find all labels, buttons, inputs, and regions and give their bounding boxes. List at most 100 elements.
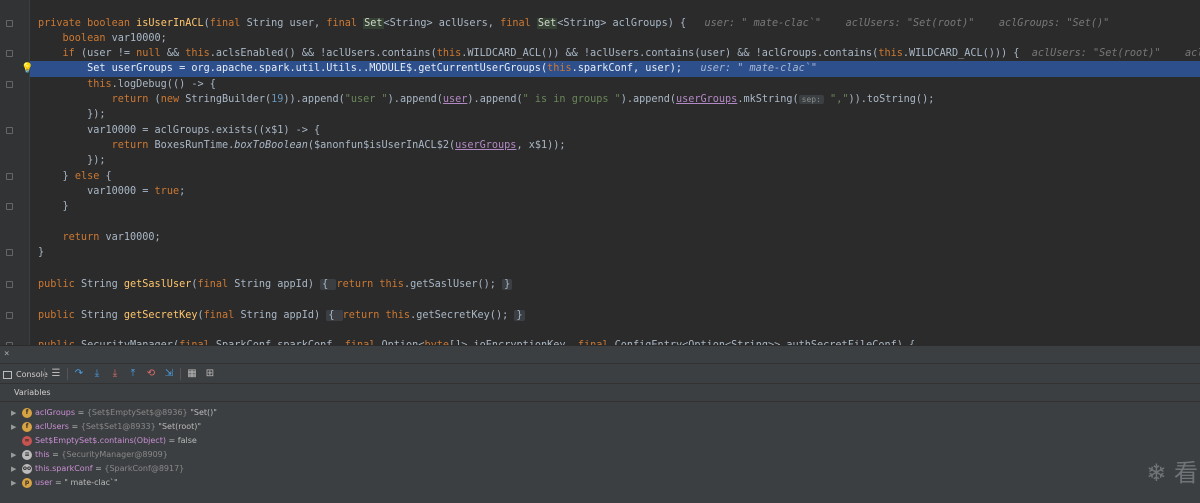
menu-icon[interactable]: ☰ — [50, 368, 62, 380]
variable-text: aclUsers = {Set$Set1@8933} "Set(root)" — [35, 420, 201, 434]
expand-arrow-icon[interactable]: ▶ — [11, 448, 16, 462]
code-token: final — [203, 310, 241, 321]
code-line[interactable]: this.logDebug(() -> { — [30, 77, 1200, 93]
fold-marker-icon[interactable] — [6, 50, 13, 57]
code-token: this — [385, 310, 411, 321]
drop-frame-icon[interactable]: ⟲ — [145, 368, 157, 380]
code-token: } — [502, 279, 513, 290]
variable-value: false — [177, 436, 197, 445]
code-token: boolean — [38, 33, 112, 44]
code-token: { — [326, 310, 343, 321]
code-line[interactable]: boolean var10000; — [30, 31, 1200, 47]
code-token: getSecretKey — [123, 310, 198, 321]
code-token: BoxesRunTime. — [154, 140, 235, 151]
expand-arrow-icon[interactable]: ▶ — [11, 420, 16, 434]
layout-icon[interactable]: ⊞ — [204, 368, 216, 380]
code-line[interactable]: var10000 = aclGroups.exists((x$1) -> { — [30, 123, 1200, 139]
code-token: <String> aclUsers, — [383, 18, 501, 29]
code-line[interactable]: return var10000; — [30, 230, 1200, 246]
variable-row[interactable]: ▶ p user = " mate-clac`" — [0, 476, 1200, 490]
code-area[interactable]: private boolean isUserInACL(final String… — [30, 0, 1200, 345]
code-token: } — [38, 247, 45, 258]
variable-row[interactable]: ▶ ≡ this = {SecurityManager@8909} — [0, 448, 1200, 462]
code-token: String appId) — [240, 310, 327, 321]
fold-marker-icon[interactable] — [6, 173, 13, 180]
console-tab[interactable]: Console — [0, 368, 48, 382]
code-token: } — [514, 310, 525, 321]
variable-row[interactable]: ▶ f aclGroups = {Set$EmptySet$@8936} "Set(… — [0, 406, 1200, 420]
run-to-cursor-icon[interactable]: ⇲ — [163, 368, 175, 380]
code-line[interactable]: } — [30, 245, 1200, 261]
code-token: if — [38, 48, 81, 59]
code-token: String appId) — [234, 279, 321, 290]
code-line[interactable] — [30, 261, 1200, 277]
fold-marker-icon[interactable] — [6, 249, 13, 256]
variable-value: " mate-clac`" — [64, 478, 118, 487]
variable-eq: = — [68, 422, 81, 431]
code-line[interactable]: private boolean isUserInACL(final String… — [30, 16, 1200, 32]
code-line[interactable]: public String getSecretKey(final String … — [30, 308, 1200, 324]
code-token: Set — [536, 18, 558, 29]
code-token: return — [38, 232, 106, 243]
variable-row[interactable]: ▶∞Set$EmptySet$.contains(Object) = false — [0, 434, 1200, 448]
code-line[interactable]: public String getSaslUser(final String a… — [30, 277, 1200, 293]
fold-marker-icon[interactable] — [6, 20, 13, 27]
variable-name: this.sparkConf — [35, 464, 93, 473]
variable-type-icon: ∞ — [22, 436, 32, 446]
step-into-icon[interactable]: ⤓ — [91, 368, 103, 380]
variable-text: aclGroups = {Set$EmptySet$@8936} "Set()" — [35, 406, 217, 420]
code-line[interactable]: public SecurityManager(final SparkConf s… — [30, 338, 1200, 345]
code-line[interactable]: var10000 = true; — [30, 184, 1200, 200]
variable-text: this.sparkConf = {SparkConf@8917} — [35, 462, 184, 476]
fold-marker-icon[interactable] — [6, 312, 13, 319]
code-token: 19 — [271, 94, 284, 105]
variables-list[interactable]: ▶ f aclGroups = {Set$EmptySet$@8936} "Set(… — [0, 406, 1200, 503]
evaluate-expression-icon[interactable]: ▦ — [186, 368, 198, 380]
close-icon[interactable]: × — [4, 349, 9, 359]
fold-marker-icon[interactable] — [6, 281, 13, 288]
expand-arrow-icon[interactable]: ▶ — [11, 476, 16, 490]
expand-arrow-icon[interactable]: ▶ — [11, 462, 16, 476]
code-token: String — [80, 310, 124, 321]
variable-row[interactable]: ▶ f aclUsers = {Set$Set1@8933} "Set(root)" — [0, 420, 1200, 434]
force-step-into-icon[interactable]: ⤓ — [109, 368, 121, 380]
code-line[interactable] — [30, 323, 1200, 339]
code-token: ).append( — [387, 94, 443, 105]
code-token: final — [209, 18, 247, 29]
editor-gutter[interactable] — [0, 0, 30, 345]
code-token: append( — [301, 94, 345, 105]
step-out-icon[interactable]: ⤒ — [127, 368, 139, 380]
toolbar-separator — [180, 368, 181, 380]
code-token: Set — [363, 18, 384, 29]
code-token: final — [197, 279, 235, 290]
code-token: sep: — [798, 95, 824, 104]
code-line[interactable] — [30, 292, 1200, 308]
code-token: this — [185, 48, 210, 59]
variable-row[interactable]: ▶ oo this.sparkConf = {SparkConf@8917} — [0, 462, 1200, 476]
code-line[interactable]: Set userGroups = org.apache.spark.util.U… — [30, 61, 1200, 77]
code-line[interactable]: return (new StringBuilder(19)).append("u… — [30, 92, 1200, 108]
code-line[interactable]: } — [30, 199, 1200, 215]
code-token: )).toString(); — [848, 94, 935, 105]
console-icon — [3, 370, 12, 379]
code-token: return — [336, 279, 380, 290]
fold-marker-icon[interactable] — [6, 81, 13, 88]
fold-marker-icon[interactable] — [6, 127, 13, 134]
code-line[interactable]: }); — [30, 107, 1200, 123]
expand-arrow-icon[interactable]: ▶ — [11, 406, 16, 420]
fold-marker-icon[interactable] — [6, 203, 13, 210]
variable-eq: = — [92, 464, 105, 473]
code-line[interactable]: } else { — [30, 169, 1200, 185]
code-line[interactable]: if (user != null && this.aclsEnabled() &… — [30, 46, 1200, 62]
code-line[interactable]: }); — [30, 153, 1200, 169]
code-line[interactable] — [30, 215, 1200, 231]
variable-type-icon: f — [22, 422, 32, 432]
step-over-icon[interactable]: ↷ — [73, 368, 85, 380]
code-token: String — [80, 279, 124, 290]
variable-type-icon: oo — [22, 464, 32, 474]
variable-text: this = {SecurityManager@8909} — [35, 448, 168, 462]
code-token: { — [105, 171, 112, 182]
code-token: .WILDCARD_ACL()) && !aclUsers.contains(u… — [461, 48, 879, 59]
code-line[interactable]: return BoxesRunTime.boxToBoolean($anonfu… — [30, 138, 1200, 154]
code-editor[interactable]: 💡 private boolean isUserInACL(final Stri… — [0, 0, 1200, 345]
